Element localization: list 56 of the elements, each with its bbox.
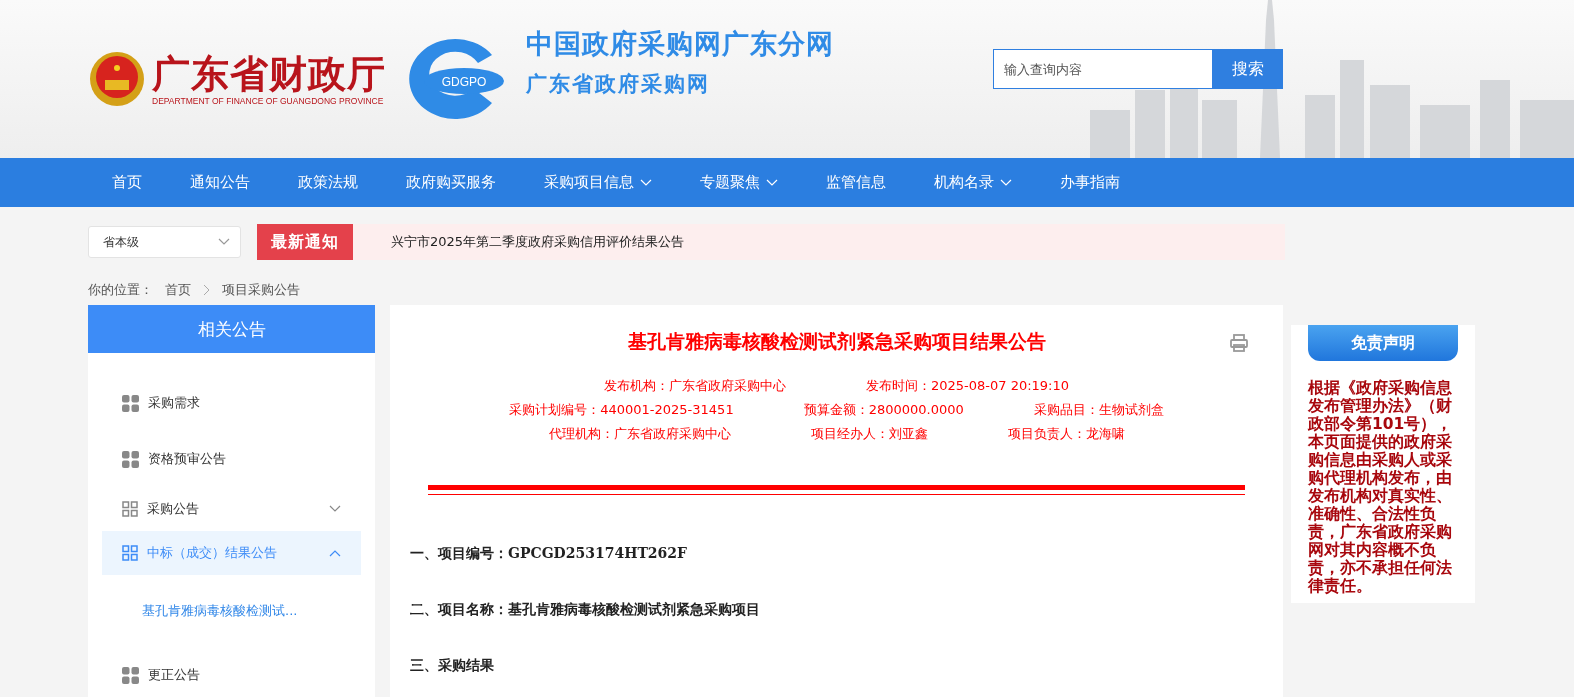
- caret-icon: [766, 178, 778, 187]
- article-paragraph: 一、项目编号：GPCGD253174HT262F: [410, 545, 688, 563]
- grid-icon: [122, 545, 138, 561]
- article-title: 基孔肯雅病毒核酸检测试剂紧急采购项目结果公告: [627, 329, 1046, 354]
- nav-item[interactable]: 采购项目信息: [520, 173, 676, 192]
- sidebar-item[interactable]: 资格预审公告: [102, 431, 361, 487]
- nav-item[interactable]: 专题聚焦: [676, 173, 802, 192]
- breadcrumb-link[interactable]: 首页: [165, 281, 191, 299]
- nav-item[interactable]: 通知公告: [166, 173, 274, 192]
- meta-field: 发布机构：广东省政府采购中心: [603, 377, 786, 395]
- search-field[interactable]: 输入查询内容: [993, 49, 1213, 89]
- collapse-icon: [329, 549, 341, 557]
- org-name: 广东省财政厅: [152, 52, 386, 96]
- disclaimer-text: 根据《政府采购信息发布管理办法》（财政部令第101号），本页面提供的政府采购信息由采购人或采购代理机构发布，由发布机构对真实性、准确性、合法性负责，广东省政府采购网对其内容概不负责，亦不承担任何法律责任。: [1307, 378, 1454, 595]
- nav-item[interactable]: 首页: [88, 173, 166, 192]
- caret-icon: [640, 178, 652, 187]
- meta-field: 代理机构：广东省政府采购中心: [548, 425, 731, 443]
- nav-item[interactable]: 办事指南: [1036, 173, 1144, 192]
- nav-item[interactable]: 机构名录: [910, 173, 1036, 192]
- grid-icon: [122, 450, 139, 468]
- meta-field: 采购品目：生物试剂盒: [1033, 401, 1164, 419]
- org-name-english: DEPARTMENT OF FINANCE OF GUANGDONG PROVINCE: [152, 96, 385, 106]
- nav-item[interactable]: 监管信息: [802, 173, 910, 192]
- sidebar-item[interactable]: 采购需求: [102, 375, 361, 431]
- meta-field: 项目负责人：龙海啸: [1007, 425, 1125, 443]
- caret-icon: [1000, 178, 1012, 187]
- grid-icon: [122, 501, 138, 517]
- meta-field: 预算金额：2800000.0000: [803, 401, 964, 419]
- region-select[interactable]: 省本级: [88, 226, 241, 258]
- nav-item[interactable]: 政策法规: [274, 173, 382, 192]
- emblem-icon: [88, 50, 146, 108]
- print-button[interactable]: [1229, 333, 1249, 353]
- caret-icon: [218, 238, 230, 246]
- sidebar-item[interactable]: 采购公告: [102, 487, 361, 531]
- meta-field: 采购计划编号：440001-2025-31451: [509, 401, 734, 419]
- meta-field: 发布时间：2025-08-07 20:19:10: [865, 377, 1070, 395]
- grid-icon: [122, 666, 139, 684]
- meta-field: 项目经办人：刘亚鑫: [810, 425, 928, 443]
- site-subtitle: 广东省政府采购网: [526, 71, 711, 98]
- breadcrumb-label: 你的位置：: [88, 281, 153, 299]
- disclaimer-title: 免责声明: [1308, 325, 1458, 361]
- sidebar-item[interactable]: 更正公告: [102, 647, 361, 697]
- search-button[interactable]: 搜索: [1213, 49, 1283, 89]
- sidebar-item[interactable]: 中标（成交）结果公告: [102, 531, 361, 575]
- article-paragraph: 三、采购结果: [410, 657, 495, 675]
- notice-link[interactable]: 兴宁市2025年第二季度政府采购信用评价结果公告: [391, 233, 685, 251]
- article-paragraph: 二、项目名称：基孔肯雅病毒核酸检测试剂紧急采购项目: [410, 601, 761, 619]
- sidebar-sublink[interactable]: 基孔肯雅病毒核酸检测试...: [102, 575, 361, 647]
- grid-icon: [122, 394, 139, 412]
- nav-item[interactable]: 政府购买服务: [382, 173, 520, 192]
- expand-icon: [329, 505, 341, 513]
- chevron-right-icon: [203, 284, 210, 296]
- breadcrumb-link[interactable]: 项目采购公告: [222, 281, 300, 299]
- site-title: 中国政府采购网广东分网: [526, 27, 834, 61]
- notice-badge: 最新通知: [257, 224, 353, 260]
- sidebar-title: 相关公告: [88, 305, 375, 353]
